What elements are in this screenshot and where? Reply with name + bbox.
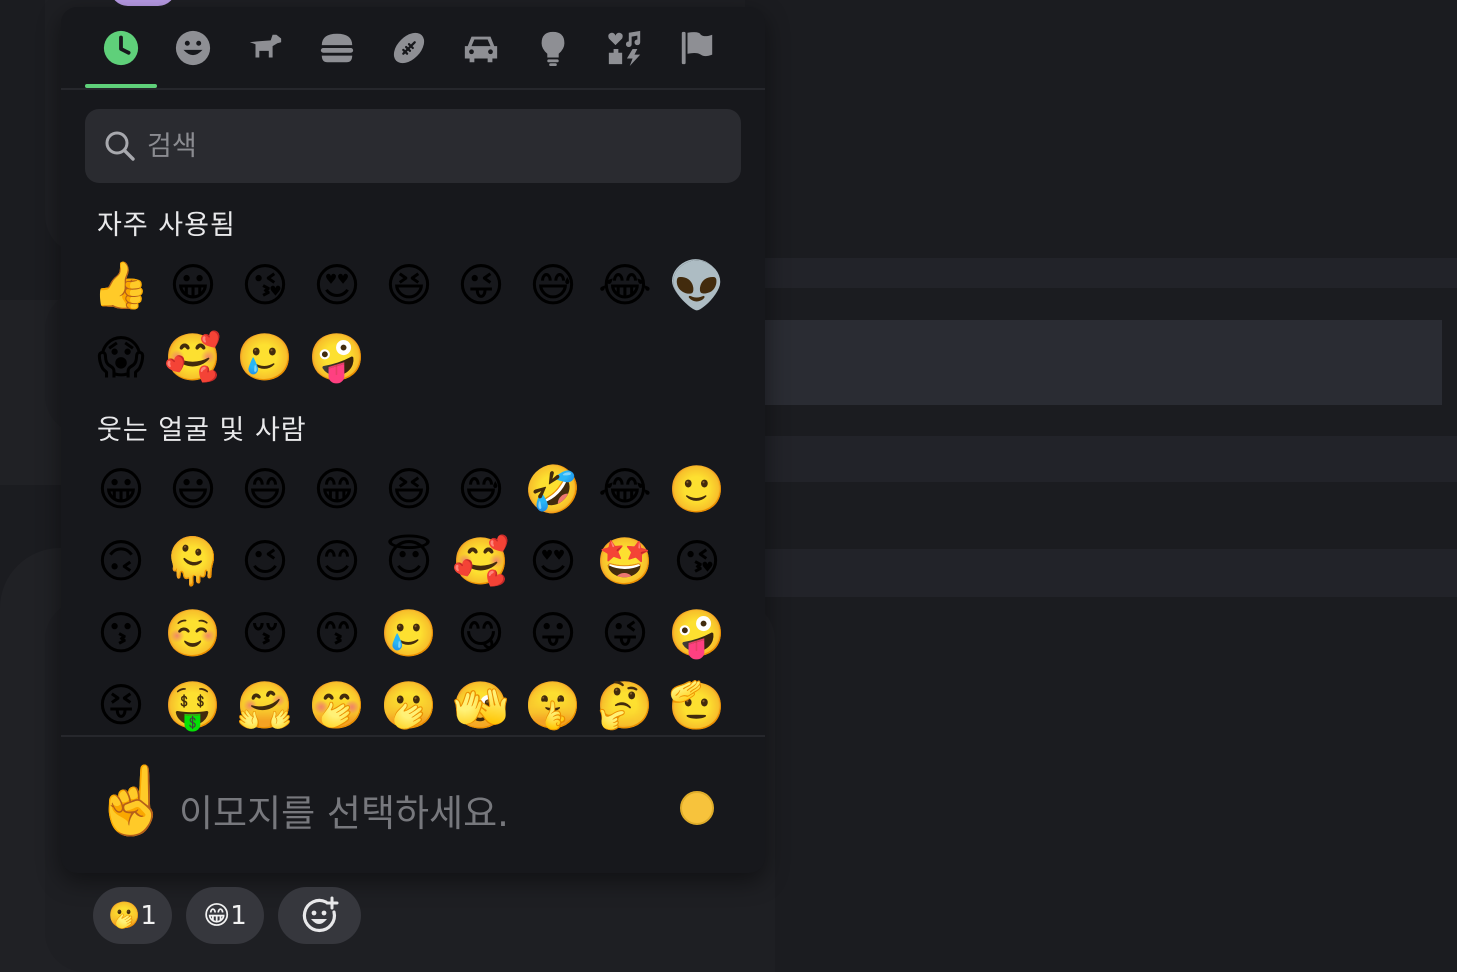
emoji-button[interactable]: 🤫 [517,669,589,735]
emoji-button[interactable]: 😂 [589,249,661,321]
tab-symbols[interactable] [597,25,653,71]
selection-hint: 이모지를 선택하세요. [179,792,509,835]
tab-recent[interactable] [93,25,149,71]
clock-icon [103,30,139,66]
emoji-button[interactable]: ☺️ [157,597,229,669]
skin-tone-selector[interactable] [680,791,714,825]
section-title-frequent: 자주 사용됨 [97,210,236,241]
emoji-grid-smileys: 😀 😃 😄 😁 😆 😅 🤣 😂 🙂 🙃 🫠 😉 😊 😇 🥰 😍 🤩 😘 😗 ☺️ 😚 😙 🥲 😋 😛 😜 🤪 😝 🤑 🤗 🤭 🫢 🫣 🤫 🤔 🫡 [85,453,733,735]
emoji-button[interactable]: 😍 [301,249,373,321]
emoji-button[interactable]: 😆 [373,453,445,525]
emoji-button[interactable]: 🤑 [157,669,229,735]
emoji-button[interactable]: 😅 [445,453,517,525]
tab-travel[interactable] [453,25,509,71]
picker-footer: ☝️ 이모지를 선택하세요. [61,735,765,873]
car-icon [464,36,498,63]
emoji-list[interactable]: 자주 사용됨 👍 😀 😘 😍 😆 😜 😅 😂 👽 😱 🥰 🥲 🤪 웃는 얼굴 및 사람 😀 😃 😄 😁 😆 😅 🤣 😂… [61,187,765,735]
emoji-grid-frequent: 👍 😀 😘 😍 😆 😜 😅 😂 👽 😱 🥰 🥲 🤪 [85,249,733,393]
emoji-button[interactable]: 👍 [85,249,157,321]
emoji-button[interactable]: 😅 [517,249,589,321]
tab-animals[interactable] [237,25,293,71]
dog-icon [249,34,282,58]
emoji-button[interactable]: 🥰 [445,525,517,597]
emoji-button[interactable]: 🥲 [373,597,445,669]
emoji-button[interactable]: 😄 [229,453,301,525]
emoji-preview: ☝️ [91,762,174,839]
emoji-button[interactable]: 😱 [85,321,157,393]
add-reaction-button[interactable] [278,887,361,944]
emoji-button[interactable]: 😘 [229,249,301,321]
emoji-button[interactable]: 😛 [517,597,589,669]
emoji-button[interactable]: 🫣 [445,669,517,735]
active-tab-indicator [85,84,157,88]
emoji-button[interactable]: 😍 [517,525,589,597]
section-title-smileys: 웃는 얼굴 및 사람 [97,415,307,446]
emoji-button[interactable]: 😜 [445,249,517,321]
tab-food[interactable] [309,25,365,71]
emoji-button[interactable]: 😗 [85,597,157,669]
emoji-button[interactable]: 🤩 [589,525,661,597]
emoji-button[interactable]: 🤪 [661,597,733,669]
burger-icon [320,33,354,63]
smiley-icon [175,30,211,66]
lightbulb-icon [541,31,565,67]
emoji-button[interactable]: 🙂 [661,453,733,525]
emoji-button[interactable]: 🤔 [589,669,661,735]
add-reaction-icon [302,896,338,932]
emoji-button[interactable]: 😆 [373,249,445,321]
emoji-button[interactable]: 🤣 [517,453,589,525]
emoji-button[interactable]: 😉 [229,525,301,597]
emoji-button[interactable]: 🥲 [229,321,301,393]
emoji-button[interactable]: 😙 [301,597,373,669]
emoji-button[interactable]: 😝 [85,669,157,735]
tab-flags[interactable] [669,25,725,71]
emoji-button[interactable]: 😚 [229,597,301,669]
symbols-icon [608,30,641,67]
tab-objects[interactable] [525,25,581,71]
emoji-button[interactable]: 🥰 [157,321,229,393]
emoji-picker: 자주 사용됨 👍😀😘😍😆😜😅😂👽😱🥰🥲🤪 웃는 얼굴 및 사람 😀😃😄😁😆😅🤣😂… [61,7,765,873]
emoji-button[interactable]: 😘 [661,525,733,597]
reaction-chip[interactable]: 🫢 1 [93,887,172,944]
search-input[interactable] [145,129,705,163]
emoji-button[interactable]: 👽 [661,249,733,321]
emoji-button[interactable]: 🤗 [229,669,301,735]
emoji-button[interactable]: 🫢 [373,669,445,735]
emoji-button[interactable]: 😀 [157,249,229,321]
emoji-button[interactable]: 😀 [85,453,157,525]
reaction-emoji: 😁 [203,900,231,931]
emoji-button[interactable]: 🤭 [301,669,373,735]
football-icon [393,32,425,64]
background-strip [765,436,1457,482]
emoji-button[interactable]: 😊 [301,525,373,597]
search-bar [85,109,741,183]
flag-icon [681,31,713,65]
emoji-button[interactable]: 😁 [301,453,373,525]
tab-activity[interactable] [381,25,437,71]
background-strip [765,258,1457,288]
emoji-button[interactable]: 😂 [589,453,661,525]
tab-smileys[interactable] [165,25,221,71]
search-icon [105,131,135,161]
emoji-button[interactable]: 🫡 [661,669,733,735]
emoji-button[interactable]: 🤪 [301,321,373,393]
category-tabs [61,7,765,90]
background-strip [765,320,1442,405]
emoji-button[interactable]: 😜 [589,597,661,669]
reaction-emoji: 🫢 [108,900,141,931]
emoji-button[interactable]: 😃 [157,453,229,525]
emoji-button[interactable]: 🫠 [157,525,229,597]
reaction-chip[interactable]: 😁 1 [186,887,264,944]
emoji-button[interactable]: 😇 [373,525,445,597]
emoji-button[interactable]: 🙃 [85,525,157,597]
background-strip [765,549,1457,597]
reaction-count: 1 [140,900,157,931]
reaction-count: 1 [230,900,247,931]
emoji-button[interactable]: 😋 [445,597,517,669]
